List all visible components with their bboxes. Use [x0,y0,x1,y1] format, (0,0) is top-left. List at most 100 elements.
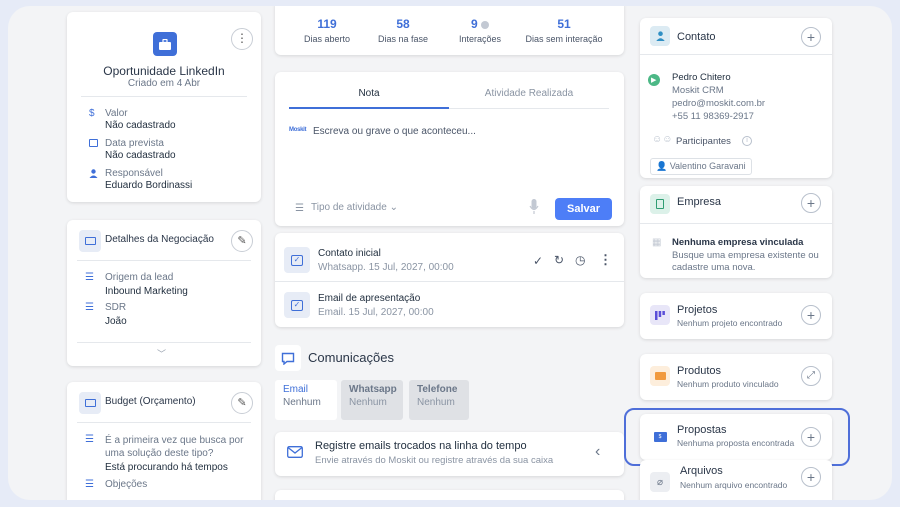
tab-value: Nenhum [417,397,455,408]
dollar-icon: $ [89,108,95,119]
edit-details-button[interactable]: ✎ [231,230,253,252]
reschedule-icon[interactable]: ↻ [554,253,564,267]
details-title: Detalhes da Negociação [105,234,214,245]
stat-label: Dias na fase [377,34,429,44]
stat-value: 58 [396,17,410,31]
stat-label: Dias aberto [303,34,351,44]
add-file-button[interactable]: + [801,467,821,487]
next-card [275,490,624,500]
clock-icon[interactable]: ◷ [575,253,585,267]
detail-value: Inbound Marketing [105,286,188,297]
files-card: ⌀ Arquivos Nenhum arquivo encontrado + [640,460,832,500]
list-icon: ☰ [85,479,94,490]
participants-label: Participantes [676,136,731,147]
participant-name: Valentino Garavani [669,161,746,171]
budget-icon [79,392,101,414]
company-empty-icon: ▦ [652,237,662,248]
projects-title: Projetos [677,304,718,316]
contact-card: Contato + ▶ Pedro Chitero Moskit CRM ped… [640,18,832,178]
participant-chip[interactable]: 👤 Valentino Garavani [650,158,752,175]
add-project-button[interactable]: + [801,305,821,325]
detail-label: Origem da lead [105,272,174,283]
app-frame: ⋮ Oportunidade LinkedIn Criado em 4 Abr … [8,6,892,500]
detail-label: SDR [105,302,127,313]
stats-card: 119 Dias aberto 58 Dias na fase 9 Intera… [275,6,624,55]
company-empty-title: Nenhuma empresa vinculada [672,237,804,248]
more-options-icon[interactable]: ⋮ [599,252,612,268]
field-label: Valor [105,108,128,119]
projects-card: Projetos Nenhum projeto encontrado + [640,293,832,339]
chevron-left-icon[interactable]: ‹ [595,443,600,461]
contact-name[interactable]: Pedro Chitero [672,72,731,83]
files-sub: Nenhum arquivo encontrado [680,480,788,490]
field-value: Eduardo Bordinassi [105,180,193,191]
edit-budget-button[interactable]: ✎ [231,392,253,414]
info-icon: i [742,136,752,146]
email-register-card[interactable]: Registre emails trocados na linha do tem… [275,432,624,476]
activity-type-select[interactable]: Tipo de atividade ⌄ [311,202,398,213]
activity-type-label: Tipo de atividade [311,202,387,213]
paperclip-icon: ⌀ [650,472,670,492]
list-icon: ☰ [85,272,94,283]
kanban-icon [650,305,670,325]
list-icon: ☰ [85,434,94,445]
budget-title: Budget (Orçamento) [105,396,196,407]
more-options-button[interactable]: ⋮ [231,28,253,50]
info-icon [481,20,490,29]
email-register-title: Registre emails trocados na linha do tem… [315,440,527,452]
tab-value: Nenhum [283,397,321,408]
save-button[interactable]: Salvar [555,198,612,220]
tab-value: Nenhum [349,397,387,408]
expand-chevron-icon[interactable]: ﹀ [157,347,166,360]
stat: 9 Interações [447,17,513,44]
tab-email[interactable]: Email Nenhum [275,380,337,420]
chevron-down-icon: ⌄ [389,202,398,213]
add-company-button[interactable]: + [801,193,821,213]
calendar-icon [89,139,98,147]
budget-card: Budget (Orçamento) ✎ ☰ É a primeira vez … [67,382,261,500]
contact-title: Contato [677,31,716,43]
tab-phone[interactable]: Telefone Nenhum [409,380,469,420]
deal-summary-card: ⋮ Oportunidade LinkedIn Criado em 4 Abr … [67,12,261,202]
envelope-icon [287,446,303,458]
company-card: Empresa + ▦ Nenhuma empresa vinculada Bu… [640,186,832,278]
participants-icon: ☺☺ [652,134,673,145]
task-icon: ✓ [284,247,310,273]
user-icon [89,169,98,178]
tab-note-underline [289,107,449,109]
comms-title: Comunicações [308,350,394,365]
deal-created: Criado em 4 Abr [127,78,201,89]
contact-company: Moskit CRM [672,85,724,96]
proposals-highlight [624,408,850,466]
complete-check-icon[interactable]: ✓ [533,254,543,268]
products-card: Produtos Nenhum produto vinculado ⤢ [640,354,832,400]
chat-bubble-icon [275,345,301,371]
note-input[interactable]: Escreva ou grave o que aconteceu... [313,126,476,137]
contact-phone[interactable]: +55 11 98369-2917 [672,111,754,122]
contact-avatar-icon: ▶ [648,74,660,86]
detail-value: João [105,316,127,327]
details-icon [79,230,101,252]
expand-products-button[interactable]: ⤢ [801,366,821,386]
tab-whatsapp[interactable]: Whatsapp Nenhum [341,380,403,420]
budget-question: Objeções [105,479,148,490]
microphone-icon[interactable] [529,199,539,215]
tab-activity[interactable]: Atividade Realizada [449,88,609,99]
box-icon [650,366,670,386]
email-register-sub: Envie através do Moskit ou registre atra… [315,455,554,466]
tab-name: Telefone [417,384,458,395]
files-title: Arquivos [680,465,723,477]
stat-label: Dias sem interação [525,34,603,44]
briefcase-icon [153,32,177,56]
note-card: Nota Atividade Realizada Moskit Escreva … [275,72,624,226]
stat-value: 119 [317,17,337,31]
activities-card: ✓ Contato inicial Whatsapp. 15 Jul, 2027… [275,233,624,327]
field-value: Não cadastrado [105,150,176,161]
stat: 51 Dias sem interação [519,17,609,44]
add-contact-button[interactable]: + [801,27,821,47]
activity-sub: Email. 15 Jul, 2027, 00:00 [318,307,434,318]
contact-email[interactable]: pedro@moskit.com.br [672,98,765,109]
contact-icon [650,26,670,46]
moskit-logo: Moskit [289,127,307,133]
tab-note[interactable]: Nota [289,88,449,99]
